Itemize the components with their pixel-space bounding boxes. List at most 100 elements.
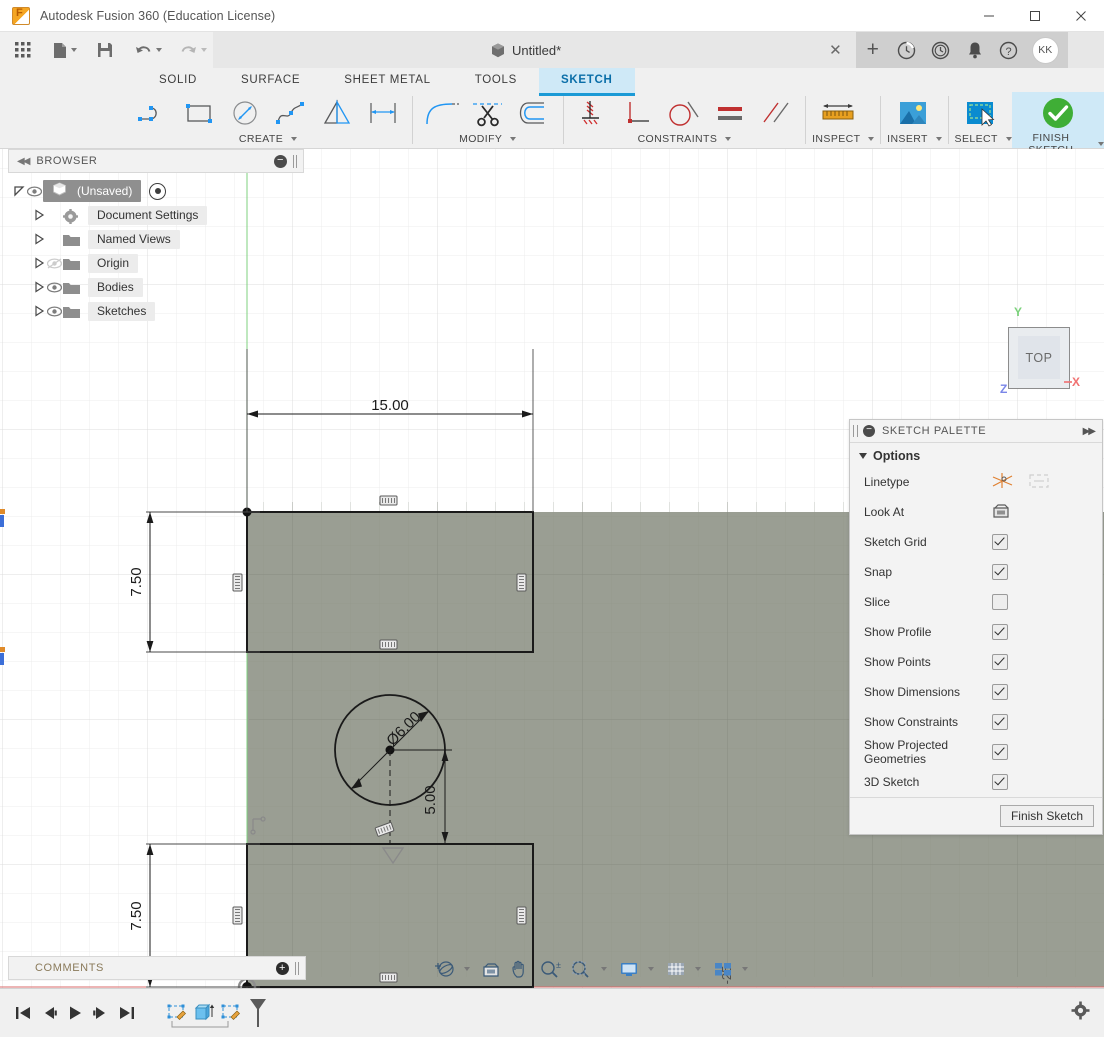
- sidebar-item-unsaved[interactable]: (Unsaved): [8, 180, 304, 202]
- recent-icon[interactable]: [924, 32, 958, 68]
- expander-icon[interactable]: [32, 233, 45, 246]
- palette-grip[interactable]: [853, 425, 858, 437]
- insert-image-icon[interactable]: [887, 94, 939, 132]
- comments-bar[interactable]: COMMENTS +: [8, 956, 306, 980]
- sidebar-item-sketches[interactable]: Sketches: [8, 301, 304, 321]
- fillet-icon[interactable]: [419, 94, 465, 132]
- construction-line-icon[interactable]: [992, 472, 1014, 493]
- show-profile-checkbox[interactable]: [992, 624, 1008, 640]
- display-settings-icon[interactable]: [614, 957, 644, 981]
- slice-checkbox[interactable]: [992, 594, 1008, 610]
- chevron-down-icon[interactable]: [695, 967, 701, 971]
- look-at-icon[interactable]: [477, 957, 505, 981]
- expand-right-icon[interactable]: ▶▶: [1083, 426, 1096, 437]
- sketch-dimension-icon[interactable]: [360, 94, 406, 132]
- fit-icon[interactable]: [566, 957, 597, 981]
- show-dimensions-checkbox[interactable]: [992, 684, 1008, 700]
- show-constraints-checkbox[interactable]: [992, 714, 1008, 730]
- step-back-icon[interactable]: [36, 998, 62, 1028]
- view-cube-face[interactable]: TOP: [1008, 327, 1070, 389]
- maximize-button[interactable]: [1012, 0, 1058, 31]
- expander-icon[interactable]: [12, 185, 25, 198]
- chevron-down-icon[interactable]: [648, 967, 654, 971]
- show-points-checkbox[interactable]: [992, 654, 1008, 670]
- viewport-layout-icon[interactable]: [708, 957, 738, 981]
- notifications-icon[interactable]: [958, 32, 992, 68]
- avatar[interactable]: KK: [1031, 36, 1059, 64]
- save-icon[interactable]: [92, 36, 118, 64]
- visibility-eye-icon[interactable]: [45, 281, 63, 293]
- sidebar-item-origin[interactable]: Origin: [8, 253, 304, 273]
- collapse-left-icon[interactable]: ◀◀: [17, 156, 30, 167]
- options-section-header[interactable]: Options: [850, 443, 1102, 467]
- chevron-down-icon[interactable]: [464, 967, 470, 971]
- finish-sketch-button[interactable]: Finish Sketch: [999, 805, 1094, 827]
- help-icon[interactable]: ?: [992, 32, 1026, 68]
- panel-modify-title-row[interactable]: MODIFY: [419, 133, 557, 148]
- visibility-eye-off-icon[interactable]: [45, 257, 63, 269]
- close-tab-icon[interactable]: ✕: [829, 41, 842, 59]
- measure-ruler-icon[interactable]: [812, 94, 864, 132]
- sketch-grid-checkbox[interactable]: [992, 534, 1008, 550]
- equal-icon[interactable]: [707, 94, 753, 132]
- centerline-icon[interactable]: [1028, 472, 1050, 493]
- orbit-icon[interactable]: [430, 957, 460, 981]
- activate-component-button[interactable]: [149, 182, 167, 200]
- expander-icon[interactable]: [32, 305, 45, 318]
- panel-finish-sketch[interactable]: FINISH SKETCH: [1011, 92, 1104, 156]
- mirror-icon[interactable]: [314, 94, 360, 132]
- tab-tools[interactable]: TOOLS: [453, 68, 539, 93]
- chevron-down-icon[interactable]: [742, 967, 748, 971]
- panel-constraints-title-row[interactable]: CONSTRAINTS: [569, 133, 799, 148]
- visibility-eye-icon[interactable]: [25, 185, 43, 197]
- step-forward-icon[interactable]: [88, 998, 114, 1028]
- skip-to-end-icon[interactable]: [114, 998, 140, 1028]
- line-icon[interactable]: [130, 94, 176, 132]
- tab-surface[interactable]: SURFACE: [219, 68, 322, 93]
- parallel-icon[interactable]: [753, 94, 799, 132]
- chevron-down-icon[interactable]: [601, 967, 607, 971]
- panel-create-title-row[interactable]: CREATE: [130, 133, 406, 148]
- add-comment-icon[interactable]: +: [276, 961, 289, 975]
- perpendicular-icon[interactable]: [615, 94, 661, 132]
- expander-icon[interactable]: [32, 257, 45, 270]
- play-icon[interactable]: [62, 998, 88, 1028]
- pan-icon[interactable]: [505, 957, 535, 981]
- expander-icon[interactable]: [32, 209, 45, 222]
- document-tab[interactable]: Untitled*: [491, 43, 561, 58]
- panel-insert-title-row[interactable]: INSERT: [887, 133, 942, 148]
- undo-icon[interactable]: [130, 36, 167, 64]
- tab-sheet-metal[interactable]: SHEET METAL: [322, 68, 453, 93]
- spline-icon[interactable]: [268, 94, 314, 132]
- finish-sketch-check-icon[interactable]: [1032, 94, 1084, 132]
- trim-scissors-icon[interactable]: [465, 94, 511, 132]
- circle-icon[interactable]: [222, 94, 268, 132]
- 3d-sketch-checkbox[interactable]: [992, 774, 1008, 790]
- expander-icon[interactable]: [32, 281, 45, 294]
- new-tab-button[interactable]: +: [856, 32, 890, 68]
- panel-grip[interactable]: [295, 961, 299, 975]
- view-cube[interactable]: TOP Y X Z: [1000, 305, 1080, 396]
- app-grid-icon[interactable]: [10, 36, 36, 64]
- offset-icon[interactable]: [511, 94, 557, 132]
- rectangle-icon[interactable]: [176, 94, 222, 132]
- grid-snap-icon[interactable]: [661, 957, 691, 981]
- job-status-icon[interactable]: [890, 32, 924, 68]
- sidebar-item-named-views[interactable]: Named Views: [8, 229, 304, 249]
- gear-icon[interactable]: [1071, 1001, 1090, 1025]
- look-at-icon[interactable]: [992, 503, 1010, 522]
- snap-checkbox[interactable]: [992, 564, 1008, 580]
- skip-to-beginning-icon[interactable]: [10, 998, 36, 1028]
- tab-solid[interactable]: SOLID: [137, 68, 219, 93]
- minimize-panel-icon[interactable]: −: [274, 154, 287, 168]
- redo-icon[interactable]: [175, 36, 212, 64]
- minimize-panel-icon[interactable]: −: [863, 425, 875, 437]
- new-document-icon[interactable]: [48, 36, 82, 64]
- visibility-eye-icon[interactable]: [45, 305, 63, 317]
- panel-select-title-row[interactable]: SELECT: [955, 133, 1012, 148]
- sidebar-item-document-settings[interactable]: Document Settings: [8, 205, 304, 225]
- show-projected-geometries-checkbox[interactable]: [992, 744, 1008, 760]
- panel-inspect-title-row[interactable]: INSPECT: [812, 133, 875, 148]
- select-window-icon[interactable]: [955, 94, 1007, 132]
- zoom-icon[interactable]: ±: [535, 957, 566, 981]
